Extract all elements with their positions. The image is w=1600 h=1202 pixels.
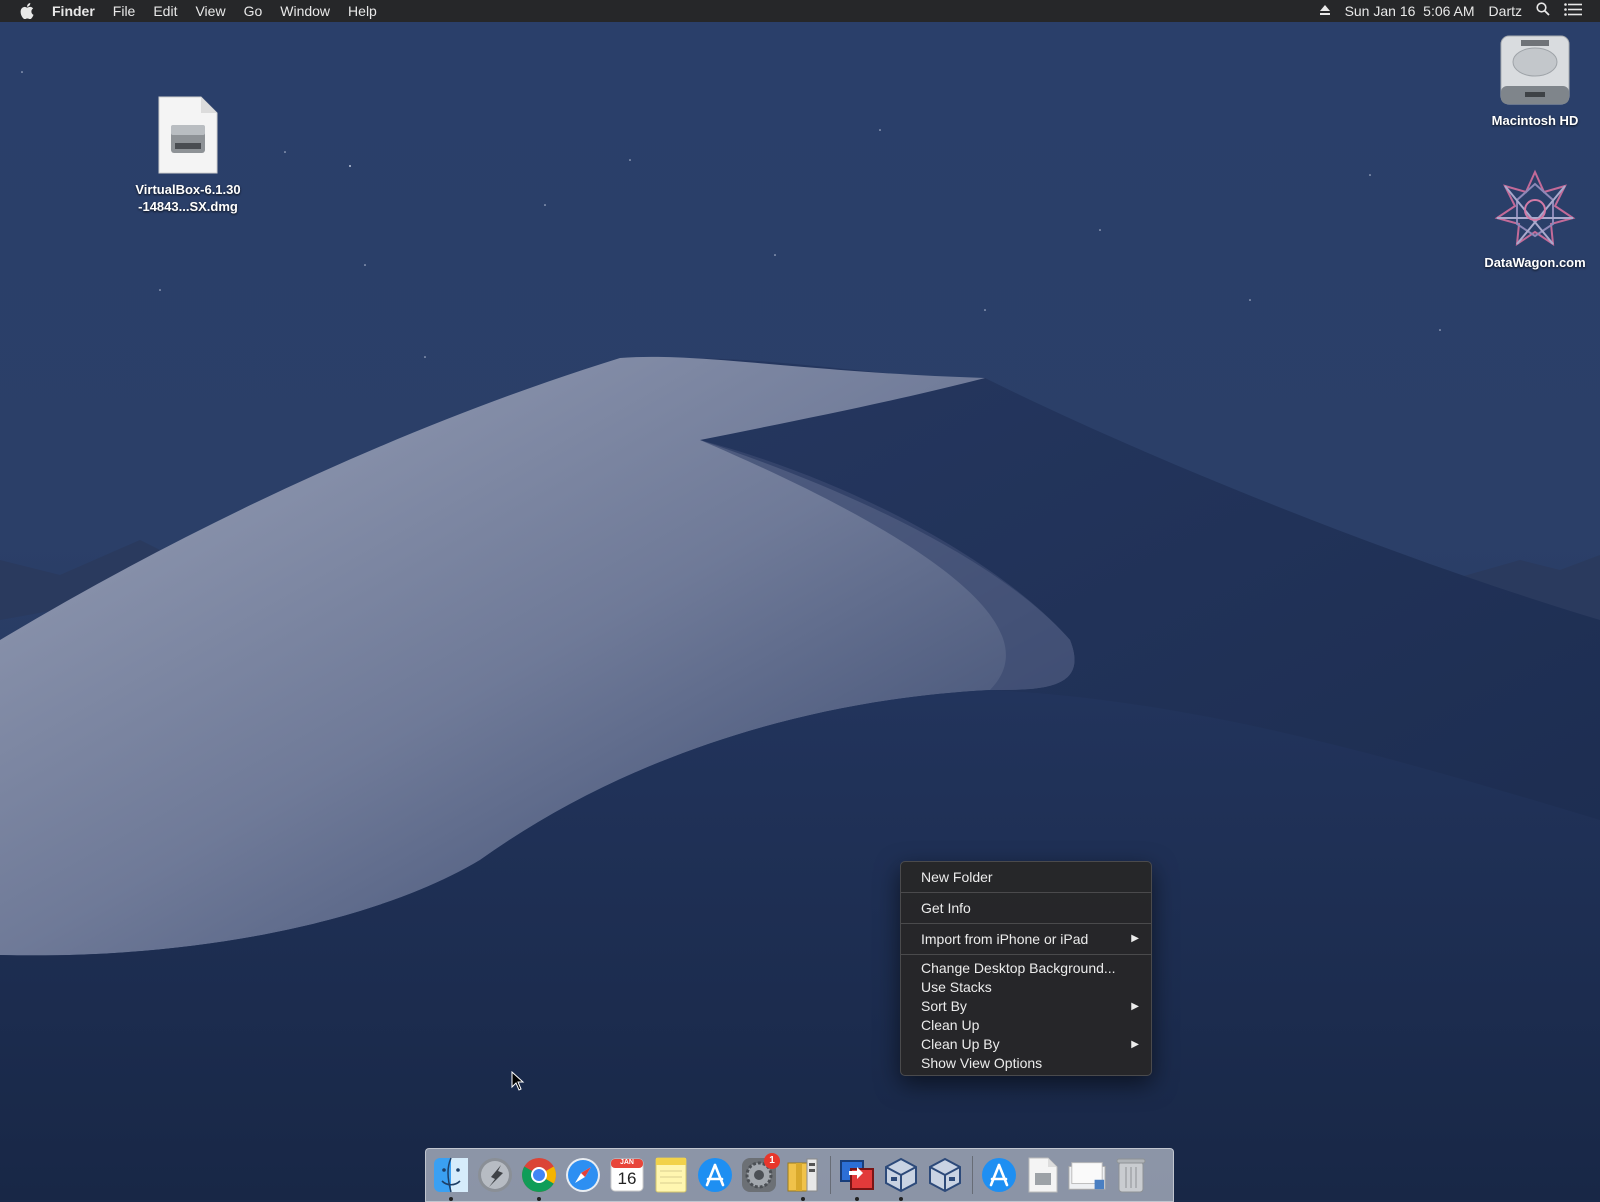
desktop-icon-label-line2: -14843...SX.dmg — [138, 199, 238, 214]
notification-badge: 1 — [764, 1153, 780, 1169]
desktop-context-menu: New Folder Get Info Import from iPhone o… — [900, 861, 1152, 1076]
running-indicator — [449, 1197, 453, 1201]
desktop-icon-label: Macintosh HD — [1491, 113, 1579, 128]
running-indicator — [537, 1197, 541, 1201]
menu-window[interactable]: Window — [280, 0, 330, 22]
desktop-icon-macintosh-hd[interactable]: Macintosh HD — [1478, 32, 1592, 129]
clock[interactable]: Sun Jan 16 5:06 AM — [1345, 0, 1475, 22]
hard-drive-icon — [1500, 35, 1570, 105]
system-preferences-icon[interactable]: 1 — [740, 1153, 780, 1195]
submenu-arrow-icon: ▶ — [1131, 933, 1139, 944]
virtualbox-icon[interactable] — [882, 1155, 920, 1201]
menu-item-new-folder[interactable]: New Folder — [901, 866, 1151, 888]
menu-separator — [901, 923, 1151, 924]
menu-item-clean-up[interactable]: Clean Up — [901, 1016, 1151, 1035]
finder-icon[interactable] — [432, 1155, 470, 1201]
eject-icon[interactable] — [1319, 0, 1331, 22]
document-icon[interactable] — [1024, 1155, 1062, 1195]
safari-icon[interactable] — [564, 1155, 602, 1195]
dock: JAN 16 1 — [425, 1148, 1174, 1202]
submenu-arrow-icon: ▶ — [1131, 1001, 1139, 1012]
notes-icon[interactable] — [652, 1155, 690, 1195]
disk-image-icon — [158, 96, 218, 174]
menu-item-use-stacks[interactable]: Use Stacks — [901, 978, 1151, 997]
user-menu[interactable]: Dartz — [1489, 0, 1522, 22]
menu-go[interactable]: Go — [244, 0, 263, 22]
trash-icon[interactable] — [1112, 1155, 1150, 1195]
desktop-icon-label-line1: VirtualBox-6.1.30 — [135, 182, 241, 197]
menu-edit[interactable]: Edit — [153, 0, 177, 22]
running-indicator — [855, 1197, 859, 1201]
calendar-day: 16 — [617, 1169, 637, 1188]
calendar-month: JAN — [619, 1159, 634, 1166]
apple-menu-icon[interactable] — [16, 3, 38, 19]
spotlight-search-icon[interactable] — [1536, 0, 1550, 22]
menu-item-label: Use Stacks — [921, 979, 992, 995]
calendar-icon[interactable]: JAN 16 — [608, 1155, 646, 1195]
dock-separator — [830, 1156, 831, 1194]
archive-utility-icon[interactable] — [784, 1155, 822, 1201]
menu-item-get-info[interactable]: Get Info — [901, 897, 1151, 919]
dock-separator — [972, 1156, 973, 1194]
menu-item-label: Get Info — [921, 900, 971, 916]
menu-separator — [901, 892, 1151, 893]
menu-item-label: New Folder — [921, 869, 993, 885]
menu-item-label: Clean Up By — [921, 1036, 1000, 1052]
menu-file[interactable]: File — [113, 0, 136, 22]
menu-view[interactable]: View — [195, 0, 225, 22]
menu-separator — [901, 954, 1151, 955]
menu-item-import-iphone[interactable]: Import from iPhone or iPad ▶ — [901, 928, 1151, 950]
notification-center-icon[interactable] — [1564, 0, 1582, 22]
menu-item-change-background[interactable]: Change Desktop Background... — [901, 959, 1151, 978]
chrome-icon[interactable] — [520, 1155, 558, 1201]
submenu-arrow-icon: ▶ — [1131, 1039, 1139, 1050]
menu-item-label: Show View Options — [921, 1055, 1043, 1071]
running-indicator — [899, 1197, 903, 1201]
desktop-icon-vbox-dmg[interactable]: VirtualBox-6.1.30 -14843...SX.dmg — [120, 95, 256, 215]
network-share-icon — [1494, 169, 1576, 247]
running-indicator — [801, 1197, 805, 1201]
menu-item-show-view-options[interactable]: Show View Options — [901, 1054, 1151, 1073]
menu-item-label: Clean Up — [921, 1017, 980, 1033]
desktop-icon-datawagon[interactable]: DataWagon.com — [1474, 168, 1596, 271]
desktop-icon-label: DataWagon.com — [1484, 255, 1586, 270]
menu-finder[interactable]: Finder — [52, 0, 95, 22]
menu-help[interactable]: Help — [348, 0, 377, 22]
mouse-cursor-icon — [511, 1071, 525, 1091]
menu-item-label: Import from iPhone or iPad — [921, 931, 1089, 947]
menu-item-label: Change Desktop Background... — [921, 960, 1116, 976]
app-store-folder-icon[interactable] — [980, 1155, 1018, 1195]
menu-item-label: Sort By — [921, 998, 967, 1014]
remote-desktop-icon[interactable] — [838, 1155, 876, 1201]
virtualbox-2-icon[interactable] — [926, 1155, 964, 1195]
downloads-stack-icon[interactable] — [1068, 1155, 1106, 1195]
menu-item-clean-up-by[interactable]: Clean Up By ▶ — [901, 1035, 1151, 1054]
launchpad-icon[interactable] — [476, 1155, 514, 1195]
menu-bar: Finder File Edit View Go Window Help Sun… — [0, 0, 1600, 22]
app-store-icon[interactable] — [696, 1155, 734, 1195]
menu-item-sort-by[interactable]: Sort By ▶ — [901, 997, 1151, 1016]
